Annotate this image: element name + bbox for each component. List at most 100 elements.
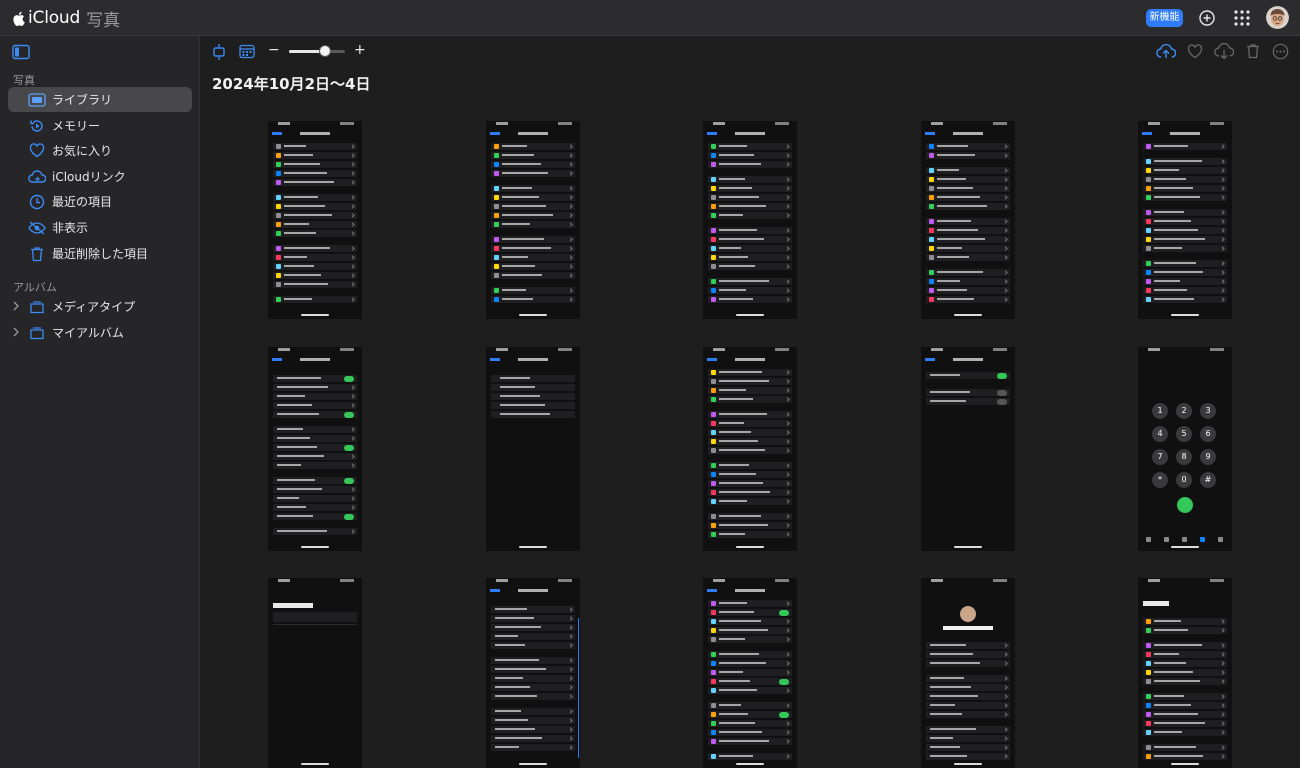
chevron-icon (568, 625, 573, 630)
row-icon (929, 195, 934, 200)
photo-thumbnail[interactable] (486, 347, 580, 551)
chevron-icon (568, 237, 573, 242)
sidebar-item-recents[interactable]: 最近の項目 (8, 189, 192, 214)
row-text (284, 196, 318, 198)
chevron-icon (1003, 168, 1008, 173)
row-text (937, 256, 969, 258)
photo-thumbnail[interactable] (921, 121, 1015, 319)
chevron-icon (785, 144, 790, 149)
chevron-icon (1003, 237, 1008, 242)
photo-thumbnail[interactable] (921, 578, 1015, 768)
row-text (937, 280, 960, 282)
toggle-switch (344, 376, 354, 382)
sidebar-toggle-icon[interactable] (12, 44, 30, 60)
photo-thumbnail[interactable] (268, 347, 362, 551)
list-row (1143, 236, 1227, 243)
photo-thumbnail[interactable]: 1 2 3 4 5 6 7 8 9 * 0 # (1138, 347, 1232, 551)
row-icon (929, 255, 934, 260)
row-icon (494, 153, 499, 158)
list-row (708, 627, 792, 634)
calendar-grid-icon[interactable] (239, 44, 255, 59)
account-avatar[interactable] (1266, 6, 1289, 29)
zoom-in-button[interactable]: + (354, 42, 366, 58)
photo-thumbnail[interactable] (486, 121, 580, 319)
row-text (1154, 644, 1202, 646)
photo-thumbnail[interactable] (268, 121, 362, 319)
row-icon (1146, 279, 1151, 284)
chevron-right-icon[interactable] (12, 327, 20, 337)
row-text (930, 686, 971, 688)
list-row (273, 272, 357, 279)
chevron-icon (1220, 297, 1225, 302)
nav-title (300, 132, 330, 135)
photo-thumbnail[interactable] (921, 347, 1015, 551)
profile-name (943, 626, 993, 630)
row-text (502, 205, 546, 207)
photo-thumbnail[interactable] (703, 121, 797, 319)
chevron-right-icon[interactable] (12, 301, 20, 311)
nav-header (268, 356, 362, 364)
list-row (708, 531, 792, 538)
status-bar (268, 578, 362, 585)
new-features-button[interactable]: 新機能 (1146, 9, 1183, 27)
row-text (719, 449, 765, 451)
home-indicator (519, 546, 547, 548)
sidebar-item-memories[interactable]: メモリー (8, 113, 192, 138)
chevron-icon (1220, 219, 1225, 224)
list-row (708, 600, 792, 607)
row-text (495, 635, 518, 637)
row-text (719, 247, 741, 249)
row-text (1154, 629, 1188, 631)
brand[interactable]: iCloud 写真 (12, 6, 120, 31)
chevron-icon (350, 505, 355, 510)
zoom-out-button[interactable]: − (268, 42, 280, 58)
list-row (491, 263, 575, 270)
sidebar-item-media-types[interactable]: メディアタイプ (8, 294, 192, 319)
sidebar-item-recently-deleted[interactable]: 最近削除した項目 (8, 241, 192, 266)
row-icon (711, 730, 716, 735)
photo-thumbnail[interactable] (486, 578, 580, 768)
home-indicator (519, 314, 547, 316)
photo-thumbnail[interactable] (703, 347, 797, 551)
list-row (926, 287, 1010, 294)
chevron-icon (785, 397, 790, 402)
row-text (284, 154, 313, 156)
sidebar-item-library[interactable]: ライブラリ (8, 87, 192, 112)
row-text (719, 398, 753, 400)
zoom-slider-thumb[interactable] (319, 45, 332, 57)
chevron-icon (568, 616, 573, 621)
days-view-icon[interactable] (211, 43, 227, 61)
row-text (719, 145, 747, 147)
row-icon (711, 279, 716, 284)
row-icon (711, 153, 716, 158)
row-text (1154, 289, 1187, 291)
app-grid-icon[interactable] (1232, 8, 1252, 28)
list-row (708, 471, 792, 478)
upload-icon[interactable] (1156, 43, 1176, 60)
list-row (708, 143, 792, 150)
sidebar-item-favorites[interactable]: お気に入り (8, 138, 192, 163)
photo-thumbnail[interactable] (268, 578, 362, 768)
row-text (495, 644, 525, 646)
chevron-icon (785, 379, 790, 384)
photo-thumbnail[interactable] (1138, 121, 1232, 319)
row-text (719, 662, 766, 664)
zoom-slider-track[interactable] (289, 45, 345, 57)
nav-header (486, 587, 580, 595)
sidebar-item-my-albums[interactable]: マイアルバム (8, 320, 192, 345)
status-time (931, 348, 943, 351)
add-icon[interactable] (1197, 8, 1217, 28)
sidebar-item-hidden[interactable]: 非表示 (8, 215, 192, 240)
home-indicator (954, 763, 982, 765)
status-time (496, 122, 508, 125)
status-time (1148, 579, 1160, 582)
row-icon (711, 213, 716, 218)
library-icon (26, 91, 48, 109)
chevron-icon (350, 297, 355, 302)
list-row (491, 194, 575, 201)
row-text (284, 214, 332, 216)
photo-thumbnail[interactable] (1138, 578, 1232, 768)
sidebar-item-icloud-links[interactable]: iCloudリンク (8, 164, 192, 189)
photo-thumbnail[interactable] (703, 578, 797, 768)
row-text (930, 695, 978, 697)
